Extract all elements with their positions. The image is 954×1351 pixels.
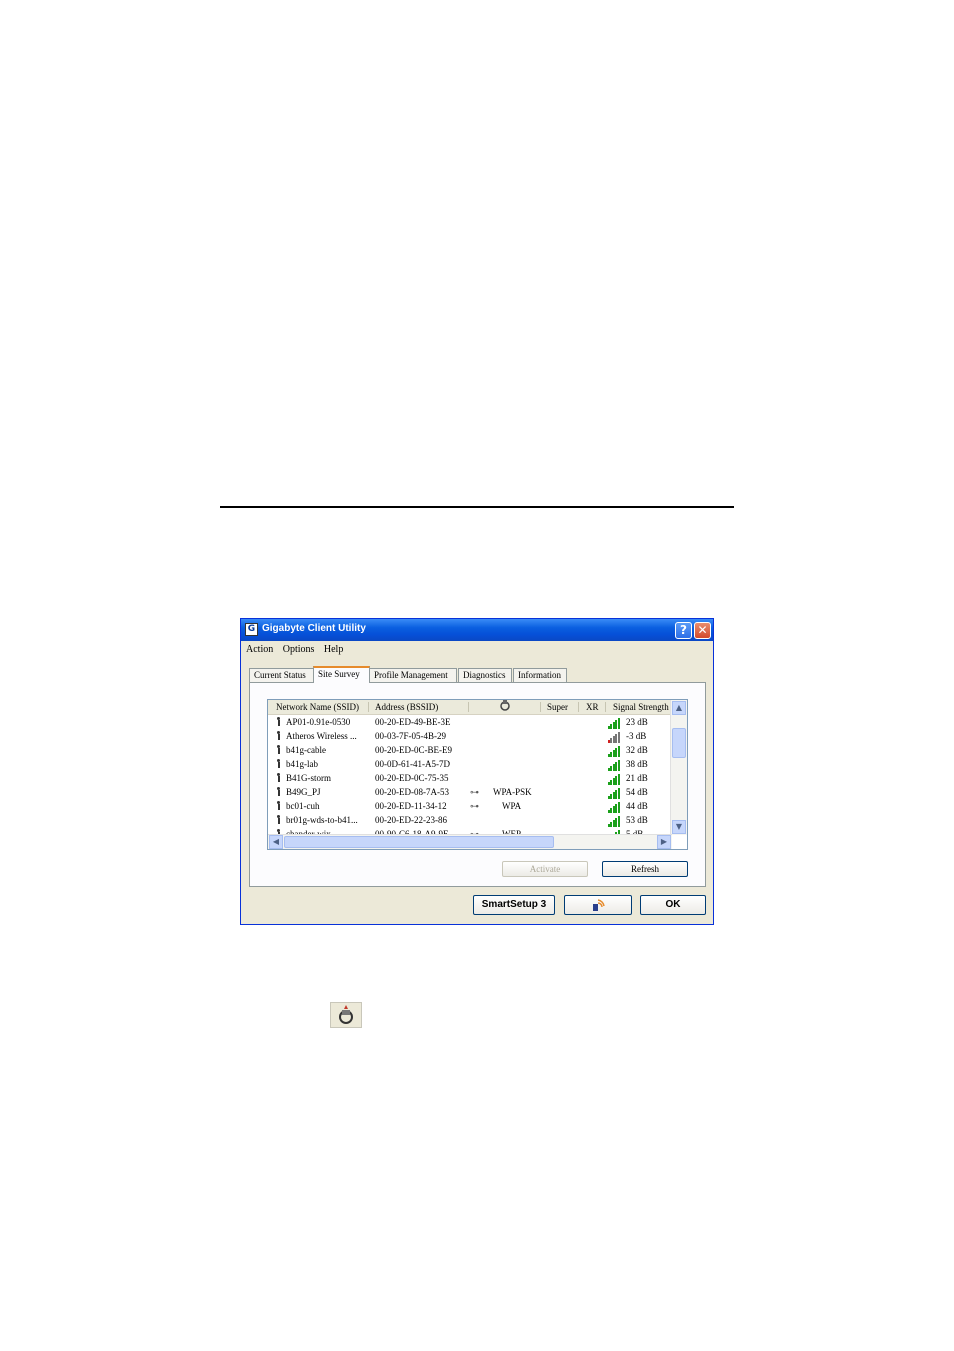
row-signal-strength: 23 dB	[626, 717, 648, 727]
signal-bars-icon	[608, 802, 620, 813]
security-settings-icon	[330, 1002, 362, 1028]
row-ssid: B41G-storm	[286, 773, 331, 783]
ok-button[interactable]: OK	[640, 895, 706, 915]
row-ssid: br01g-wds-to-b41...	[286, 815, 358, 825]
scroll-up-arrow-icon[interactable]: ▲	[672, 701, 686, 715]
gigabyte-client-utility-window: G Gigabyte Client Utility ? ✕ Action Opt…	[240, 618, 714, 925]
row-bssid: 00-20-ED-0C-BE-E9	[375, 745, 452, 755]
row-signal-strength: -3 dB	[626, 731, 647, 741]
horizontal-scroll-thumb[interactable]	[284, 836, 554, 848]
row-bssid: 00-20-ED-11-34-12	[375, 801, 447, 811]
access-point-icon	[276, 772, 282, 782]
app-icon: G	[245, 623, 258, 636]
row-security: WPA	[502, 801, 522, 811]
table-row[interactable]: b41g-cable 00-20-ED-0C-BE-E9 32 dB	[268, 744, 672, 758]
menu-options[interactable]: Options	[283, 644, 315, 655]
scroll-right-arrow-icon[interactable]: ▶	[657, 835, 671, 849]
column-super[interactable]: Super	[547, 700, 568, 714]
key-icon: ⊶	[470, 787, 479, 797]
site-survey-panel: Network Name (SSID) Address (BSSID) Supe…	[249, 682, 706, 887]
signal-bars-icon	[608, 746, 620, 757]
tab-site-survey[interactable]: Site Survey	[313, 666, 370, 683]
list-header: Network Name (SSID) Address (BSSID) Supe…	[268, 700, 672, 715]
row-signal-strength: 44 dB	[626, 801, 648, 811]
horizontal-scrollbar[interactable]: ◀ ▶	[268, 834, 672, 849]
menu-help[interactable]: Help	[324, 644, 343, 655]
network-list[interactable]: Network Name (SSID) Address (BSSID) Supe…	[267, 699, 688, 850]
row-signal-strength: 54 dB	[626, 787, 648, 797]
row-bssid: 00-03-7F-05-4B-29	[375, 731, 446, 741]
help-button[interactable]: ?	[675, 622, 692, 639]
row-bssid: 00-20-ED-0C-75-35	[375, 773, 449, 783]
access-point-icon	[276, 786, 282, 796]
title-bar[interactable]: G Gigabyte Client Utility ? ✕	[241, 619, 713, 641]
row-signal-strength: 21 dB	[626, 773, 648, 783]
tab-current-status[interactable]: Current Status	[249, 668, 314, 682]
table-row[interactable]: bc01-cuh 00-20-ED-11-34-12 ⊶ WPA 44 dB	[268, 800, 672, 814]
row-signal-strength: 53 dB	[626, 815, 648, 825]
tab-information[interactable]: Information	[513, 668, 567, 682]
smartsetup-button[interactable]: SmartSetup 3	[473, 895, 555, 915]
security-column-icon	[500, 700, 510, 711]
column-bssid[interactable]: Address (BSSID)	[375, 700, 438, 714]
shield-lock-icon	[339, 1005, 353, 1024]
signal-bars-icon	[608, 732, 620, 743]
horizontal-rule	[220, 506, 734, 508]
table-row[interactable]: B41G-storm 00-20-ED-0C-75-35 21 dB	[268, 772, 672, 786]
refresh-button[interactable]: Refresh	[602, 861, 688, 877]
row-bssid: 00-20-ED-08-7A-53	[375, 787, 449, 797]
access-point-icon	[276, 716, 282, 726]
row-bssid: 00-0D-61-41-A5-7D	[375, 759, 450, 769]
signal-bars-icon	[608, 718, 620, 729]
column-xr[interactable]: XR	[586, 700, 599, 714]
row-ssid: b41g-cable	[286, 745, 326, 755]
wireless-signal-icon	[593, 899, 605, 911]
row-ssid: AP01-0.91e-0530	[286, 717, 351, 727]
row-ssid: B49G_PJ	[286, 787, 321, 797]
key-icon: ⊶	[470, 801, 479, 811]
access-point-icon	[276, 800, 282, 810]
tab-diagnostics[interactable]: Diagnostics	[458, 668, 512, 682]
signal-bars-icon	[608, 774, 620, 785]
close-button[interactable]: ✕	[694, 622, 711, 639]
tab-profile-management[interactable]: Profile Management	[369, 668, 457, 682]
table-row[interactable]: br01g-wds-to-b41... 00-20-ED-22-23-86 53 d…	[268, 814, 672, 828]
column-ssid[interactable]: Network Name (SSID)	[276, 700, 359, 714]
menu-action[interactable]: Action	[246, 644, 273, 655]
row-signal-strength: 38 dB	[626, 759, 648, 769]
window-title: Gigabyte Client Utility	[262, 623, 366, 634]
signal-bars-icon	[608, 816, 620, 827]
table-row[interactable]: Atheros Wireless ... 00-03-7F-05-4B-29 -3 …	[268, 730, 672, 744]
signal-bars-icon	[608, 760, 620, 771]
access-point-icon	[276, 814, 282, 824]
menu-bar: Action Options Help	[246, 644, 350, 655]
table-row[interactable]: AP01-0.91e-0530 00-20-ED-49-BE-3E 23 dB	[268, 716, 672, 730]
row-signal-strength: 32 dB	[626, 745, 648, 755]
row-security: WPA-PSK	[493, 787, 532, 797]
row-bssid: 00-20-ED-22-23-86	[375, 815, 447, 825]
column-signal-strength[interactable]: Signal Strength	[613, 700, 671, 714]
row-ssid: bc01-cuh	[286, 801, 320, 811]
vertical-scrollbar[interactable]: ▲ ▼	[670, 700, 687, 835]
column-security-icon[interactable]	[500, 700, 512, 715]
vertical-scroll-thumb[interactable]	[672, 728, 686, 758]
scroll-down-arrow-icon[interactable]: ▼	[672, 820, 686, 834]
table-row[interactable]: B49G_PJ 00-20-ED-08-7A-53 ⊶ WPA-PSK 54 dB	[268, 786, 672, 800]
scroll-left-arrow-icon[interactable]: ◀	[269, 835, 283, 849]
signal-bars-icon	[608, 788, 620, 799]
table-row[interactable]: b41g-lab 00-0D-61-41-A5-7D 38 dB	[268, 758, 672, 772]
access-point-icon	[276, 758, 282, 768]
wireless-icon-button[interactable]	[564, 895, 632, 915]
activate-button[interactable]: Activate	[502, 861, 588, 877]
row-ssid: b41g-lab	[286, 759, 318, 769]
access-point-icon	[276, 730, 282, 740]
access-point-icon	[276, 744, 282, 754]
row-bssid: 00-20-ED-49-BE-3E	[375, 717, 451, 727]
row-ssid: Atheros Wireless ...	[286, 731, 357, 741]
